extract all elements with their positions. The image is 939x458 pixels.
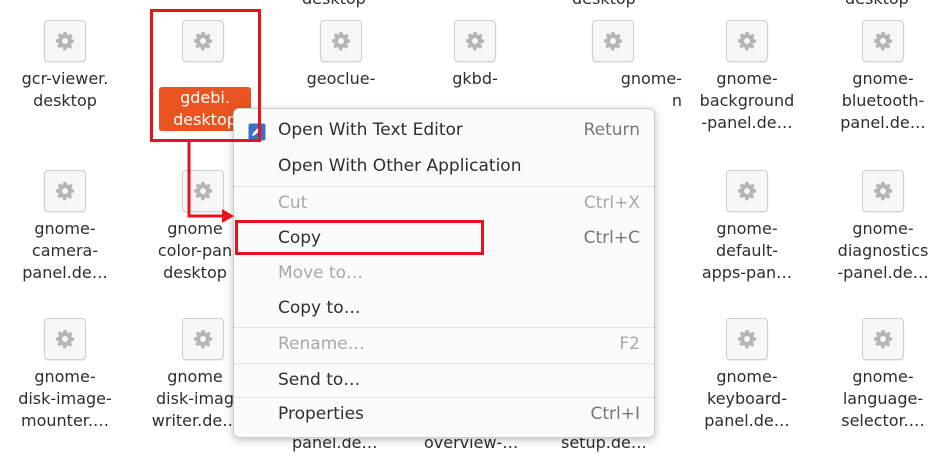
menu-item-open-with-text-editor[interactable]: Open With Text Editor Return (234, 113, 654, 149)
file-name: gnome- default- apps-pan… (701, 219, 793, 282)
menu-shortcut: F2 (619, 334, 640, 354)
settings-file-icon (454, 20, 496, 62)
settings-file-icon (44, 20, 86, 62)
settings-file-icon (862, 20, 904, 62)
file-name: gnome- background -panel.de… (699, 69, 795, 132)
menu-label: Open With Text Editor (278, 120, 463, 140)
settings-file-icon (726, 318, 768, 360)
settings-file-icon (862, 318, 904, 360)
settings-file-icon (726, 170, 768, 212)
file-name: gnome- camera- panel.de… (22, 219, 108, 282)
file-label-partial: desktop (302, 0, 366, 10)
settings-file-icon (592, 20, 634, 62)
file-label-partial: desktop (845, 0, 909, 10)
annotation-arrow-icon (187, 140, 234, 223)
menu-label: Copy to… (278, 298, 361, 318)
menu-label: Cut (278, 193, 308, 213)
settings-file-icon (44, 318, 86, 360)
menu-shortcut: Ctrl+I (590, 404, 640, 424)
context-menu: Open With Text Editor Return Open With O… (233, 108, 655, 438)
menu-item-copy-to[interactable]: Copy to… (234, 291, 654, 327)
settings-file-icon (320, 20, 362, 62)
settings-file-icon (182, 318, 224, 360)
menu-label: Move to… (278, 263, 364, 283)
menu-item-properties[interactable]: Properties Ctrl+I (234, 397, 654, 433)
file-label-partial: desktop (572, 0, 636, 10)
annotation-highlight-file (150, 9, 261, 142)
settings-file-icon (726, 20, 768, 62)
menu-item-cut[interactable]: Cut Ctrl+X (234, 186, 654, 222)
menu-item-send-to[interactable]: Send to… (234, 363, 654, 399)
menu-label: Open With Other Application (278, 156, 522, 176)
menu-item-rename[interactable]: Rename… F2 (234, 327, 654, 363)
file-name: gnome- diagnostics -panel.de… (837, 219, 929, 282)
menu-label: Send to… (278, 370, 361, 390)
menu-shortcut: Ctrl+X (583, 193, 640, 213)
menu-label: Rename… (278, 334, 365, 354)
menu-item-open-with-other-application[interactable]: Open With Other Application (234, 149, 654, 185)
menu-shortcut: Return (583, 120, 640, 140)
settings-file-icon (862, 170, 904, 212)
file-name: gnome- bluetooth- panel.de… (840, 69, 926, 132)
file-name: gkbd- (452, 69, 498, 88)
settings-file-icon (44, 170, 86, 212)
menu-item-move-to[interactable]: Move to… (234, 256, 654, 292)
file-name: gnome- disk-image- mounter.… (18, 367, 112, 430)
file-name: gnome- keyboard- panel.de… (704, 367, 790, 430)
file-name: gcr-viewer. desktop (21, 69, 109, 110)
menu-shortcut: Ctrl+C (583, 228, 640, 248)
file-name: gnome- language- selector.… (841, 367, 925, 430)
file-name: gnome- n (620, 69, 682, 110)
menu-label: Properties (278, 404, 364, 424)
file-name: geoclue- (306, 69, 376, 88)
annotation-highlight-copy (235, 220, 484, 255)
